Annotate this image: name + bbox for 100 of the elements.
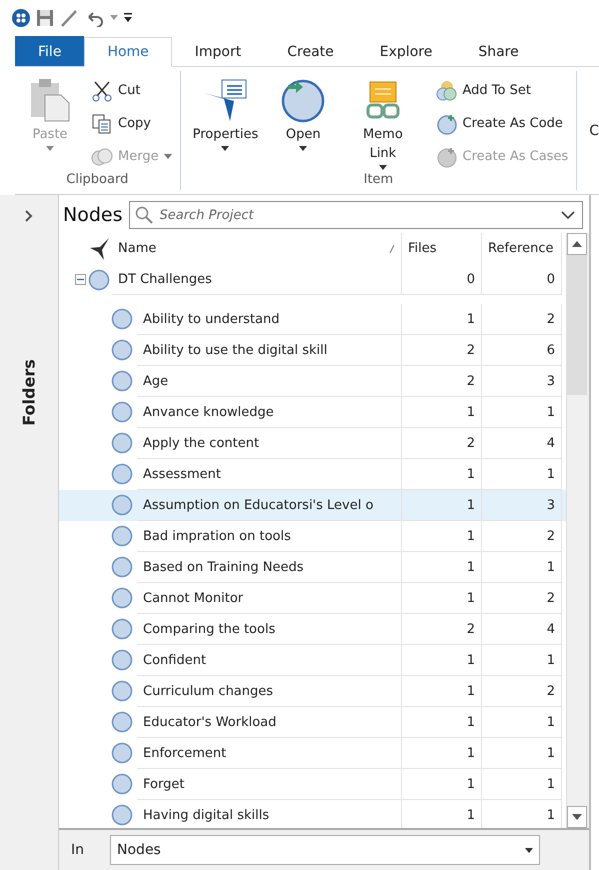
table-cell: 2 <box>402 428 482 459</box>
node-name[interactable]: DT Challenges <box>112 264 402 295</box>
ribbon-tab[interactable]: Explore <box>356 36 456 66</box>
node-row[interactable]: Ability to use the digital skill 2 6 <box>59 335 566 366</box>
app-logo-icon[interactable] <box>12 8 30 26</box>
ribbon-tab[interactable]: Import <box>172 36 264 66</box>
node-icon <box>111 401 133 423</box>
ribbon-button[interactable]: Create As Code <box>436 110 568 137</box>
ribbon-tab[interactable]: Create <box>264 36 357 66</box>
node-name: Enforcement <box>137 738 402 769</box>
star-icon[interactable] <box>90 238 110 260</box>
table-cell: 0 <box>402 264 482 295</box>
ribbon-tab[interactable]: Share <box>455 36 542 66</box>
table-cell: 1 <box>482 738 562 769</box>
table-cell: 1 <box>402 397 482 428</box>
node-icon <box>111 773 133 795</box>
scroll-down-button[interactable] <box>567 806 587 828</box>
table-cell: 1 <box>482 769 562 800</box>
table-cell: 1 <box>402 769 482 800</box>
node-icon <box>111 618 133 640</box>
pencil-icon[interactable] <box>60 8 78 26</box>
sidebar-title[interactable]: Folders <box>20 359 38 426</box>
node-name: Curriculum changes <box>137 676 402 707</box>
table-cell: 1 <box>402 707 482 738</box>
ribbon-button[interactable]: Properties <box>188 77 262 172</box>
ribbon-button[interactable]: Cut <box>91 77 172 104</box>
node-row[interactable]: Curriculum changes 1 2 <box>59 676 566 707</box>
node-row[interactable]: Apply the content 2 4 <box>59 428 566 459</box>
node-row[interactable]: Bad impration on tools 1 2 <box>59 521 566 552</box>
table-cell: 1 <box>402 304 482 335</box>
node-icon <box>111 742 133 764</box>
ribbon-button[interactable]: Open <box>276 77 330 172</box>
customize-icon[interactable] <box>124 13 132 22</box>
group-label: Item <box>362 172 394 189</box>
node-row[interactable]: Based on Training Needs 1 1 <box>59 552 566 583</box>
node-row[interactable]: Anvance knowledge 1 1 <box>59 397 566 428</box>
column-header[interactable]: Name <box>112 233 402 264</box>
node-row[interactable]: Assumption on Educatorsi's Level o 1 3 <box>59 490 566 521</box>
file-menu-tab[interactable]: File <box>15 36 84 66</box>
table-cell: 1 <box>402 552 482 583</box>
node-icon <box>111 494 133 516</box>
ribbon-button[interactable]: Copy <box>91 110 172 137</box>
node-row[interactable]: Age 2 3 <box>59 366 566 397</box>
ribbon-button[interactable]: Memo Link <box>344 77 422 172</box>
triangle-down-icon <box>572 814 582 820</box>
table-cell: 2 <box>482 676 562 707</box>
open-node-icon <box>280 77 326 123</box>
table-cell: 2 <box>482 304 562 335</box>
node-row[interactable]: Educator's Workload 1 1 <box>59 707 566 738</box>
node-row[interactable]: Comparing the tools 2 4 <box>59 614 566 645</box>
column-header[interactable]: Reference <box>482 233 562 264</box>
panel-title: Nodes <box>63 204 122 226</box>
table-cell: 1 <box>402 583 482 614</box>
scissors-icon <box>91 80 113 102</box>
table-cell: 4 <box>482 614 562 645</box>
ribbon-button[interactable]: C <box>589 122 599 138</box>
node-icon <box>111 339 133 361</box>
search-field[interactable]: Search Project <box>128 201 583 229</box>
scope-dropdown[interactable]: Nodes <box>110 835 540 865</box>
caret-icon <box>110 15 118 20</box>
scroll-up-button[interactable] <box>567 233 587 255</box>
table-cell: 1 <box>402 738 482 769</box>
node-name: Ability to use the digital skill <box>137 335 402 366</box>
node-icon <box>111 587 133 609</box>
table-cell: 1 <box>402 676 482 707</box>
scrollbar-thumb[interactable] <box>567 255 587 395</box>
node-icon <box>111 370 133 392</box>
set-icon <box>436 80 458 102</box>
table-cell: 3 <box>482 366 562 397</box>
expand-chevron-icon[interactable] <box>24 209 34 223</box>
node-name: Anvance knowledge <box>137 397 402 428</box>
node-icon <box>111 680 133 702</box>
table-cell: 2 <box>482 583 562 614</box>
save-icon[interactable] <box>36 8 54 26</box>
ribbon-tab[interactable]: Home <box>84 37 172 67</box>
node-row[interactable]: Confident 1 1 <box>59 645 566 676</box>
table-cell: 1 <box>482 707 562 738</box>
table-cell: 4 <box>482 428 562 459</box>
node-name: Apply the content <box>137 428 402 459</box>
node-icon <box>88 268 110 290</box>
node-name: Forget <box>137 769 402 800</box>
table-cell: 1 <box>482 552 562 583</box>
chevron-down-icon[interactable] <box>561 211 575 220</box>
table-cell: 3 <box>482 490 562 521</box>
table-cell: 1 <box>402 645 482 676</box>
column-header[interactable]: Files <box>402 233 482 264</box>
collapse-toggle[interactable] <box>75 274 86 285</box>
node-row[interactable]: Ability to understand 1 2 <box>59 304 566 335</box>
table-cell: 1 <box>482 645 562 676</box>
node-row[interactable]: Enforcement 1 1 <box>59 738 566 769</box>
table-cell: 1 <box>482 397 562 428</box>
node-row[interactable]: Forget 1 1 <box>59 769 566 800</box>
minus-icon <box>77 276 84 283</box>
table-cell: 1 <box>402 521 482 552</box>
ribbon-button[interactable]: Add To Set <box>436 77 568 104</box>
node-row[interactable]: Cannot Monitor 1 2 <box>59 583 566 614</box>
table-cell: 6 <box>482 335 562 366</box>
merge-icon <box>91 146 113 168</box>
node-icon <box>111 556 133 578</box>
node-icon <box>111 649 133 671</box>
